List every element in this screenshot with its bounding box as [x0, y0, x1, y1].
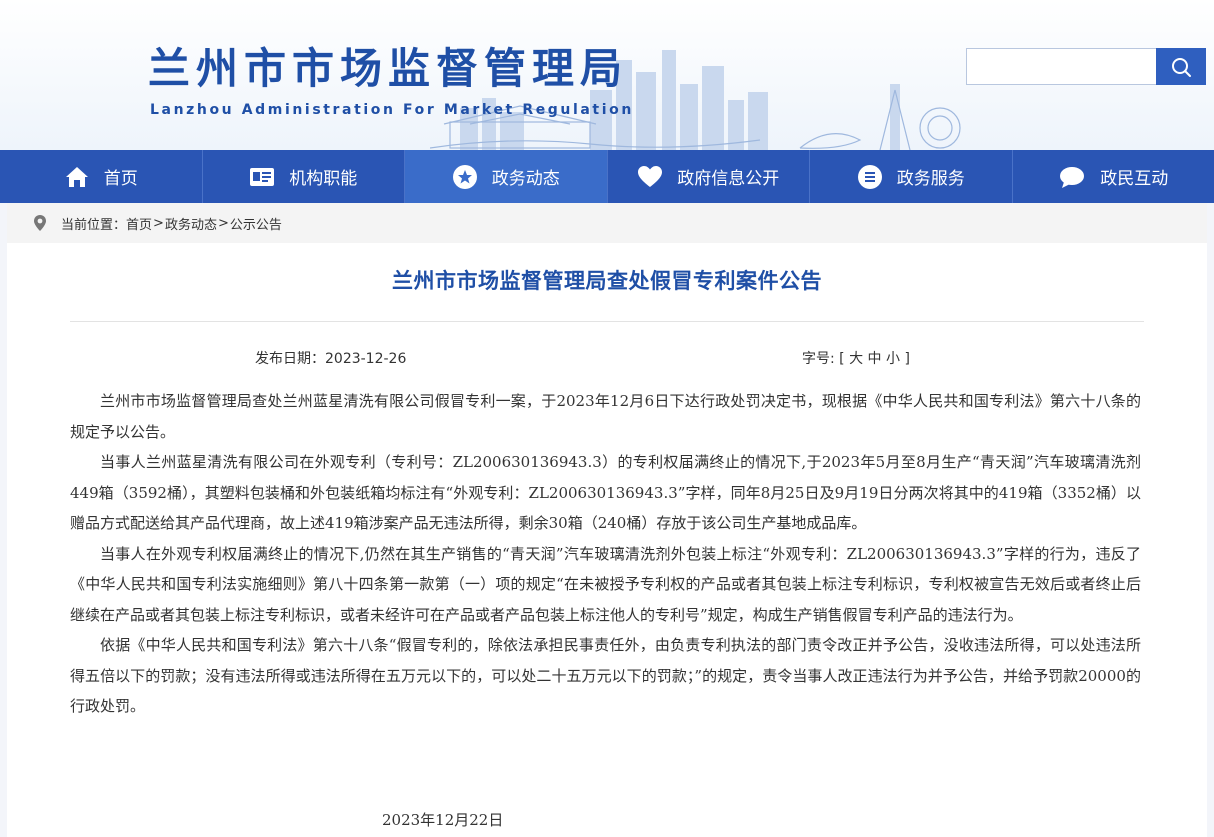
main-nav: 首页 机构职能 政务动态 政府信息公开 政务服务 政民互动 [0, 150, 1214, 203]
nav-item-services[interactable]: 政务服务 [810, 150, 1013, 203]
breadcrumb-news[interactable]: 政务动态 [165, 214, 217, 233]
breadcrumb-separator: > [217, 215, 229, 231]
font-size-label: 字号: [802, 351, 835, 367]
site-subtitle: Lanzhou Administration For Market Regula… [150, 102, 634, 118]
article-body: 兰州市市场监督管理局查处兰州蓝星清洗有限公司假冒专利一案，于2023年12月6日… [70, 386, 1141, 722]
search-icon [1172, 57, 1191, 77]
heart-icon [638, 165, 663, 187]
breadcrumb-separator: > [153, 215, 164, 231]
nav-label: 机构职能 [289, 169, 358, 189]
publish-date: 发布日期：2023-12-26 [255, 351, 407, 367]
article-paragraph: 当事人兰州蓝星清洗有限公司在外观专利（专利号：ZL200630136943.3）… [70, 453, 1141, 532]
article-paragraph: 当事人在外观专利权届满终止的情况下,仍然在其生产销售的“青天润”汽车玻璃清洗剂外… [70, 544, 1141, 624]
content-container: 当前位置： 首页 > 政务动态 > 公示公告 兰州市市场监督管理局查处假冒专利案… [7, 203, 1207, 837]
font-size-bracket-open: [ [839, 351, 845, 367]
location-pin-icon [34, 215, 46, 231]
nav-label: 首页 [103, 169, 138, 189]
chat-icon [1060, 166, 1085, 188]
nav-item-home[interactable]: 首页 [0, 150, 203, 203]
article-meta: 发布日期：2023-12-26 字号: [ 大 中 小 ] [7, 342, 1207, 372]
star-icon [452, 164, 477, 189]
font-size-medium[interactable]: 中 [868, 351, 882, 367]
nav-item-gov-info[interactable]: 政府信息公开 [608, 150, 810, 203]
title-divider [70, 321, 1144, 322]
breadcrumb-notices[interactable]: 公示公告 [230, 214, 282, 233]
font-size-large[interactable]: 大 [849, 351, 863, 367]
search-button[interactable] [1156, 48, 1206, 85]
list-icon [857, 164, 882, 189]
nav-label: 政务服务 [896, 169, 965, 189]
id-card-icon [250, 167, 275, 186]
breadcrumb-home[interactable]: 首页 [126, 214, 152, 233]
breadcrumb-prefix: 当前位置： [61, 217, 127, 233]
site-header: 兰州市市场监督管理局 Lanzhou Administration For Ma… [0, 0, 1214, 150]
home-icon [65, 166, 88, 187]
nav-label: 政府信息公开 [677, 169, 780, 189]
nav-item-functions[interactable]: 机构职能 [203, 150, 405, 203]
nav-item-news[interactable]: 政务动态 [405, 150, 608, 203]
site-title: 兰州市市场监督管理局 [148, 44, 629, 93]
nav-label: 政民互动 [1100, 169, 1169, 189]
signature-date: 2023年12月22日 [382, 811, 504, 829]
article-paragraph: 兰州市市场监督管理局查处兰州蓝星清洗有限公司假冒专利一案，于2023年12月6日… [70, 392, 1141, 441]
nav-label: 政务动态 [491, 169, 560, 189]
breadcrumb: 当前位置： 首页 > 政务动态 > 公示公告 [7, 203, 1207, 243]
article-title: 兰州市市场监督管理局查处假冒专利案件公告 [392, 269, 822, 293]
font-size-bracket-close: ] [904, 351, 910, 367]
search-box [966, 48, 1206, 85]
font-size-small[interactable]: 小 [886, 351, 900, 367]
article-paragraph: 依据《中华人民共和国专利法》第六十八条“假冒专利的，除依法承担民事责任外，由负责… [70, 636, 1141, 715]
search-input[interactable] [966, 48, 1174, 85]
font-size-control: 字号: [ 大 中 小 ] [802, 348, 910, 368]
nav-item-interaction[interactable]: 政民互动 [1013, 150, 1214, 203]
